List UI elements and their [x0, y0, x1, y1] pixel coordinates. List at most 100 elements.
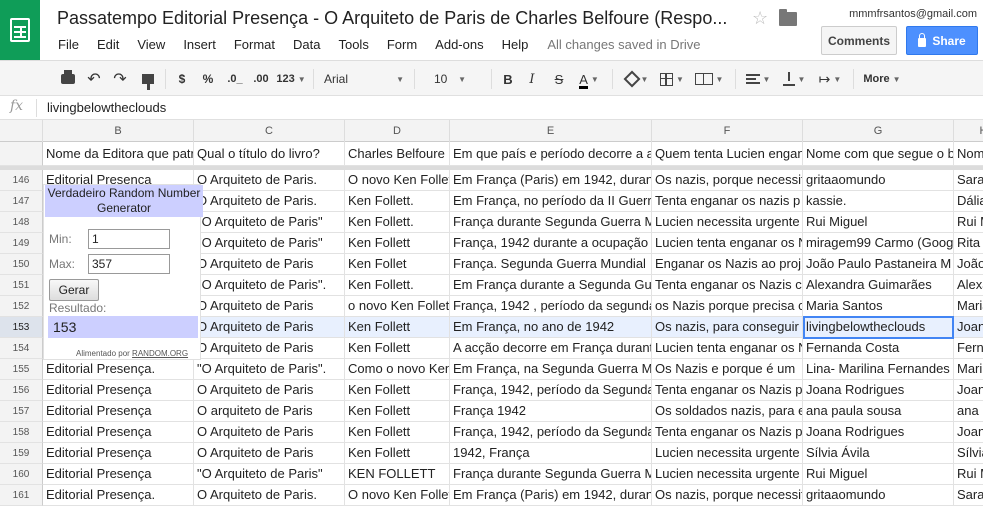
- table-cell[interactable]: Os nazis, para conseguir: [652, 317, 803, 338]
- row-header[interactable]: 149: [0, 233, 43, 254]
- text-wrap-button[interactable]: ↦ ▼: [813, 69, 847, 89]
- table-cell[interactable]: O Arquiteto de Paris: [194, 380, 345, 401]
- vertical-align-button[interactable]: ▼: [779, 69, 809, 89]
- max-input[interactable]: 357: [88, 254, 170, 274]
- table-cell[interactable]: França durante Segunda Guerra Mundial: [450, 212, 652, 233]
- table-cell[interactable]: Joana: [954, 380, 983, 401]
- menu-help[interactable]: Help: [493, 36, 538, 54]
- row-header[interactable]: 154: [0, 338, 43, 359]
- table-cell[interactable]: Alexandra Guimarães: [803, 275, 954, 296]
- row-header[interactable]: 152: [0, 296, 43, 317]
- table-cell[interactable]: ana: [954, 401, 983, 422]
- table-cell[interactable]: Lucien necessita urgente: [652, 464, 803, 485]
- table-cell[interactable]: Em França, no ano de 1942: [450, 317, 652, 338]
- table-cell[interactable]: O Arquiteto de Paris: [194, 254, 345, 275]
- table-cell[interactable]: Ken Follett: [345, 317, 450, 338]
- table-cell[interactable]: Joana Rodrigues: [803, 422, 954, 443]
- table-cell[interactable]: França, 1942 , período da segunda: [450, 296, 652, 317]
- paint-format-button[interactable]: [138, 69, 158, 90]
- random-org-link[interactable]: RANDOM.ORG: [132, 349, 188, 358]
- header-cell[interactable]: Em que país e período decorre a acção: [450, 142, 652, 166]
- table-cell[interactable]: Sara: [954, 485, 983, 506]
- table-cell[interactable]: Em França (Paris) em 1942, durante: [450, 485, 652, 506]
- sheets-logo[interactable]: [0, 0, 40, 60]
- table-cell[interactable]: Ken Follett.: [345, 191, 450, 212]
- strikethrough-button[interactable]: S: [550, 69, 568, 89]
- column-header-g[interactable]: G: [803, 120, 954, 142]
- table-cell[interactable]: O Arquiteto de Paris.: [194, 485, 345, 506]
- table-cell[interactable]: O novo Ken Follett: [345, 485, 450, 506]
- table-cell[interactable]: Lucien necessita urgente: [652, 212, 803, 233]
- menu-edit[interactable]: Edit: [88, 36, 128, 54]
- generate-button[interactable]: Gerar: [49, 279, 99, 301]
- table-cell[interactable]: Ken Follett: [345, 401, 450, 422]
- row-header[interactable]: 147: [0, 191, 43, 212]
- table-cell[interactable]: Ken Follett: [345, 443, 450, 464]
- table-cell[interactable]: Editorial Presença: [43, 401, 194, 422]
- merge-cells-button[interactable]: ▼: [692, 69, 726, 89]
- table-cell[interactable]: Editorial Presença.: [43, 485, 194, 506]
- header-cell[interactable]: Quem tenta Lucien enganar?: [652, 142, 803, 166]
- table-cell[interactable]: Lucien tenta enganar os N: [652, 338, 803, 359]
- font-family-dropdown[interactable]: Arial ▼: [320, 69, 408, 89]
- row-header[interactable]: 153: [0, 317, 43, 338]
- comments-button[interactable]: Comments: [821, 26, 897, 55]
- table-cell[interactable]: "O Arquiteto de Paris".: [194, 359, 345, 380]
- table-cell[interactable]: Rui M: [954, 464, 983, 485]
- header-cell[interactable]: Qual o título do livro?: [194, 142, 345, 166]
- menu-data[interactable]: Data: [284, 36, 329, 54]
- row-header[interactable]: 150: [0, 254, 43, 275]
- currency-button[interactable]: $: [173, 69, 191, 89]
- table-cell[interactable]: "O Arquiteto de Paris".: [194, 275, 345, 296]
- table-cell[interactable]: Os nazis, porque necessitam: [652, 485, 803, 506]
- header-cell[interactable]: Charles Belfoure: [345, 142, 450, 166]
- table-cell[interactable]: Enganar os Nazis ao proj: [652, 254, 803, 275]
- increase-decimal-button[interactable]: .00: [249, 69, 273, 89]
- table-cell[interactable]: Os nazis, porque necessitam: [652, 170, 803, 191]
- table-cell[interactable]: Sara: [954, 170, 983, 191]
- menu-form[interactable]: Form: [378, 36, 426, 54]
- table-cell[interactable]: O Arquiteto de Paris.: [194, 170, 345, 191]
- table-cell[interactable]: Editorial Presença: [43, 422, 194, 443]
- table-cell[interactable]: Os soldados nazis, para e: [652, 401, 803, 422]
- table-cell[interactable]: Tenta enganar os nazis p: [652, 191, 803, 212]
- table-cell[interactable]: João Paulo Pastaneira M: [803, 254, 954, 275]
- number-format-dropdown[interactable]: 123 ▼: [275, 69, 307, 89]
- row-header[interactable]: 160: [0, 464, 43, 485]
- document-title[interactable]: Passatempo Editorial Presença - O Arquit…: [57, 8, 737, 29]
- table-cell[interactable]: França, 1942, período da Segunda: [450, 422, 652, 443]
- table-cell[interactable]: Editorial Presença: [43, 443, 194, 464]
- menu-tools[interactable]: Tools: [329, 36, 377, 54]
- table-cell[interactable]: Em França (Paris) em 1942, durante: [450, 170, 652, 191]
- table-cell[interactable]: Fernanda Costa: [803, 338, 954, 359]
- table-cell[interactable]: O Arquiteto de Paris: [194, 296, 345, 317]
- table-cell[interactable]: "O Arquiteto de Paris": [194, 212, 345, 233]
- table-cell[interactable]: Ferna: [954, 338, 983, 359]
- share-button[interactable]: Share: [906, 26, 978, 55]
- menu-file[interactable]: File: [49, 36, 88, 54]
- table-cell[interactable]: França, 1942, período da Segunda: [450, 380, 652, 401]
- print-button[interactable]: [58, 69, 78, 89]
- table-cell[interactable]: Sílvia Ávila: [803, 443, 954, 464]
- formula-input[interactable]: livingbelowtheclouds: [47, 100, 166, 115]
- menu-addons[interactable]: Add-ons: [426, 36, 492, 54]
- table-cell[interactable]: gritaaomundo: [803, 485, 954, 506]
- header-cell[interactable]: Nome: [954, 142, 983, 166]
- table-cell[interactable]: Maria: [954, 296, 983, 317]
- table-cell[interactable]: Ken Follett: [345, 233, 450, 254]
- percent-button[interactable]: %: [199, 69, 217, 89]
- table-cell[interactable]: kassie.: [803, 191, 954, 212]
- column-header-c[interactable]: C: [194, 120, 345, 142]
- horizontal-align-button[interactable]: ▼: [743, 69, 773, 89]
- table-cell[interactable]: França, 1942 durante a ocupação: [450, 233, 652, 254]
- header-cell[interactable]: Nome com que segue o blog: [803, 142, 954, 166]
- table-cell[interactable]: França. Segunda Guerra Mundial: [450, 254, 652, 275]
- row-header[interactable]: 161: [0, 485, 43, 506]
- table-cell[interactable]: O Arquiteto de Paris: [194, 443, 345, 464]
- table-cell[interactable]: Tenta enganar os Nazis p: [652, 380, 803, 401]
- table-cell[interactable]: Editorial Presença.: [43, 359, 194, 380]
- borders-button[interactable]: ▼: [658, 69, 686, 89]
- column-header-d[interactable]: D: [345, 120, 450, 142]
- user-email[interactable]: mmmfrsantos@gmail.com: [849, 8, 977, 20]
- table-cell[interactable]: O Arquiteto de Paris.: [194, 191, 345, 212]
